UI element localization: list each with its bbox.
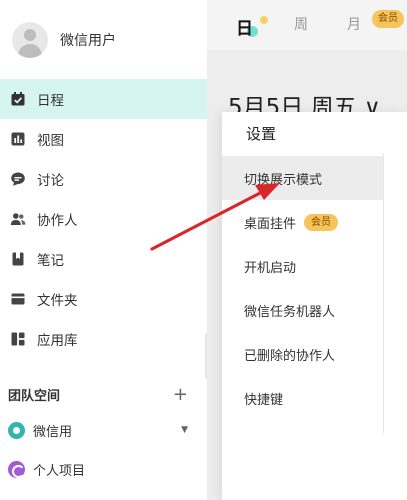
sidebar-item-label: 视图	[37, 133, 64, 149]
settings-item-label: 开机启动	[244, 260, 297, 276]
app-grid-icon	[10, 331, 26, 347]
view-switcher: 日 周 月 会员	[207, 0, 407, 50]
bar-chart-icon	[10, 131, 26, 147]
settings-item-label: 桌面挂件	[244, 216, 297, 232]
sidebar-item-label: 协作人	[37, 213, 78, 229]
sidebar-item-app-library[interactable]: 应用库	[0, 319, 207, 359]
tab-month[interactable]: 月	[347, 14, 361, 34]
caret-down-icon[interactable]: ▼	[181, 425, 188, 435]
folder-icon	[10, 291, 26, 307]
sidebar-item-collaborators[interactable]: 协作人	[0, 199, 207, 239]
sidebar-nav: 日程 视图 讨论 协作人 笔记 文件夹 应用库	[0, 79, 207, 359]
team-item-label: 微信用	[33, 424, 73, 440]
settings-item-label: 切换展示模式	[244, 172, 323, 188]
day-highlight-dot-icon	[260, 16, 268, 24]
user-profile[interactable]: 微信用户	[12, 22, 116, 58]
team-item-personal-project[interactable]: 个人项目	[8, 454, 188, 484]
settings-item-label: 已删除的协作人	[244, 348, 336, 364]
sidebar-item-label: 日程	[37, 93, 64, 109]
calendar-check-icon	[10, 91, 26, 107]
settings-item-shortcuts[interactable]: 快捷键	[222, 376, 383, 420]
team-item-wechat[interactable]: 微信用 ▼	[8, 415, 188, 445]
bookmark-icon	[10, 251, 26, 267]
avatar[interactable]	[12, 22, 48, 58]
sidebar-item-label: 笔记	[37, 253, 64, 269]
project-circle-icon	[8, 460, 25, 478]
settings-divider	[383, 153, 384, 433]
tab-week[interactable]: 周	[294, 14, 308, 34]
vip-badge: 会员	[304, 213, 339, 231]
sidebar-item-discussion[interactable]: 讨论	[0, 159, 207, 199]
team-item-label: 个人项目	[33, 463, 86, 479]
settings-item-switch-display-mode[interactable]: 切换展示模式	[222, 156, 383, 200]
settings-item-desktop-widget[interactable]: 桌面挂件 会员	[222, 200, 383, 244]
settings-item-label: 快捷键	[244, 392, 284, 408]
add-team-icon[interactable]: +	[173, 384, 188, 405]
sidebar-item-label: 讨论	[37, 173, 64, 189]
sidebar-item-label: 应用库	[37, 333, 78, 349]
settings-item-deleted-collaborators[interactable]: 已删除的协作人	[222, 332, 383, 376]
settings-item-launch-at-startup[interactable]: 开机启动	[222, 244, 383, 288]
settings-item-label: 微信任务机器人	[244, 304, 336, 320]
team-circle-icon	[8, 421, 25, 439]
team-space-header: 团队空间 +	[8, 383, 188, 405]
sidebar-item-views[interactable]: 视图	[0, 119, 207, 159]
settings-item-wechat-task-bot[interactable]: 微信任务机器人	[222, 288, 383, 332]
sidebar-item-label: 文件夹	[37, 293, 78, 309]
settings-menu: 设置 切换展示模式 桌面挂件 会员 开机启动 微信任务机器人 已删除的协作人 快…	[222, 112, 407, 500]
user-name: 微信用户	[60, 33, 116, 49]
sidebar-item-notes[interactable]: 笔记	[0, 239, 207, 279]
people-icon	[10, 211, 26, 227]
sidebar-item-schedule[interactable]: 日程	[0, 79, 207, 119]
settings-title: 设置	[246, 125, 277, 143]
chat-bubble-icon	[10, 171, 26, 187]
sidebar: 微信用户 日程 视图 讨论 协作人 笔记 文件夹 应用库 团队空间 + 微信用 …	[0, 0, 207, 500]
vip-badge[interactable]: 会员	[372, 10, 404, 28]
team-space-title: 团队空间	[8, 388, 61, 404]
tab-day[interactable]: 日	[236, 14, 253, 39]
sidebar-item-folder[interactable]: 文件夹	[0, 279, 207, 319]
